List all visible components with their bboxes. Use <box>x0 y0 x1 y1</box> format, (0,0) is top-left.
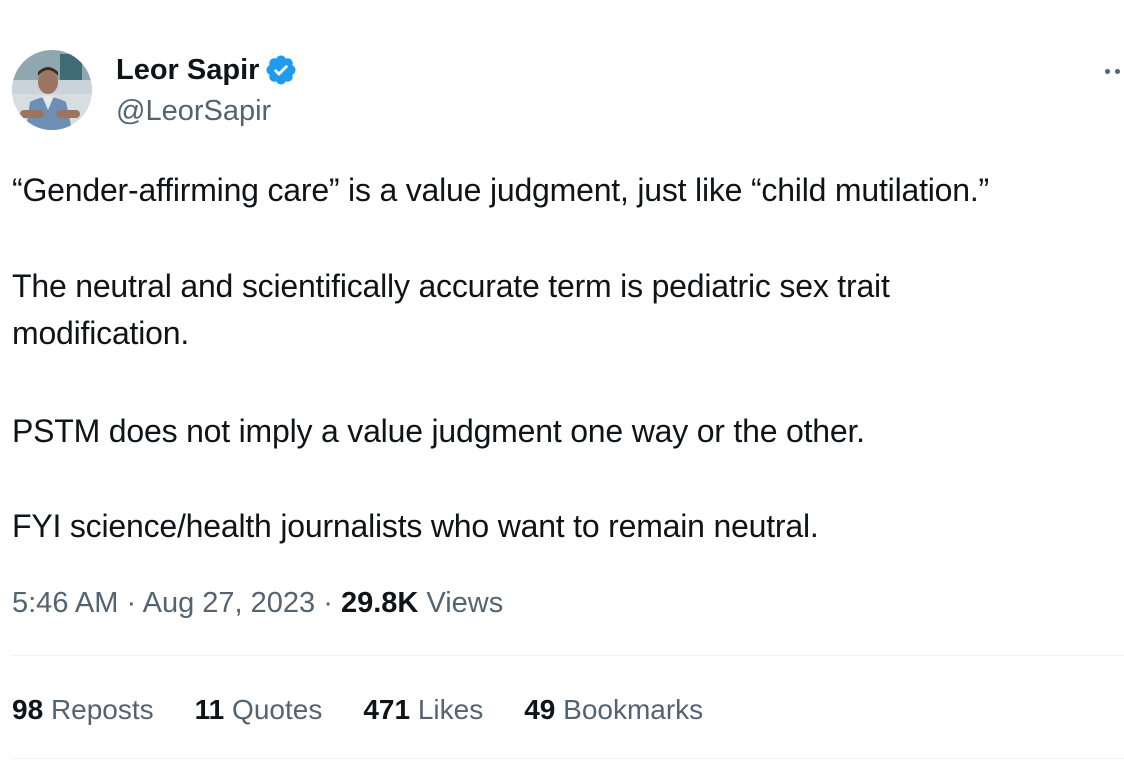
quotes-stat[interactable]: 11 Quotes <box>195 690 323 730</box>
tweet-text-line: FYI science/health journalists who want … <box>12 508 819 544</box>
stat-label: Likes <box>417 694 484 725</box>
author-name[interactable]: Leor Sapir <box>116 52 298 88</box>
tweet-time[interactable]: 5:46 AM <box>12 587 118 619</box>
stat-count: 11 <box>194 694 225 725</box>
meta-separator: · <box>126 587 137 619</box>
author-display-name[interactable]: Leor Sapir <box>116 52 259 88</box>
verified-badge-icon[interactable] <box>264 53 298 87</box>
stat-label: Quotes <box>232 694 323 725</box>
stat-label: Bookmarks <box>563 694 704 725</box>
bookmarks-stat[interactable]: 49 Bookmarks <box>524 690 703 730</box>
avatar[interactable] <box>12 50 92 130</box>
stat-count: 98 <box>12 694 44 725</box>
divider <box>12 655 1124 656</box>
tweet-text-line: PSTM does not imply a value judgment one… <box>12 413 865 449</box>
meta-separator: · <box>323 587 333 619</box>
avatar-photo <box>12 50 92 130</box>
tweet-text-line: modification. <box>12 315 190 351</box>
more-dot <box>1105 69 1110 74</box>
more-dot <box>1115 69 1120 74</box>
stat-count: 471 <box>363 694 411 725</box>
views-label: Views <box>426 587 504 619</box>
stat-label: Reposts <box>50 694 154 725</box>
stat-count: 49 <box>524 694 556 725</box>
tweet-meta: 5:46 AM · Aug 27, 2023 · 29.8K Views <box>12 583 503 623</box>
reposts-stat[interactable]: 98 Reposts <box>12 690 154 730</box>
views-count: 29.8K <box>340 587 419 619</box>
tweet-text-line: “Gender-affirming care” is a value judgm… <box>12 172 990 208</box>
engagement-stats: 98 Reposts 11 Quotes 471 Likes 49 Bookma… <box>12 690 744 730</box>
tweet-date[interactable]: Aug 27, 2023 <box>143 587 316 619</box>
tweet-text-line: The neutral and scientifically accurate … <box>12 268 890 304</box>
author-handle[interactable]: @LeorSapir <box>116 93 271 129</box>
more-options-icon[interactable] <box>1102 64 1124 78</box>
likes-stat[interactable]: 471 Likes <box>363 690 483 730</box>
divider <box>12 758 1124 759</box>
